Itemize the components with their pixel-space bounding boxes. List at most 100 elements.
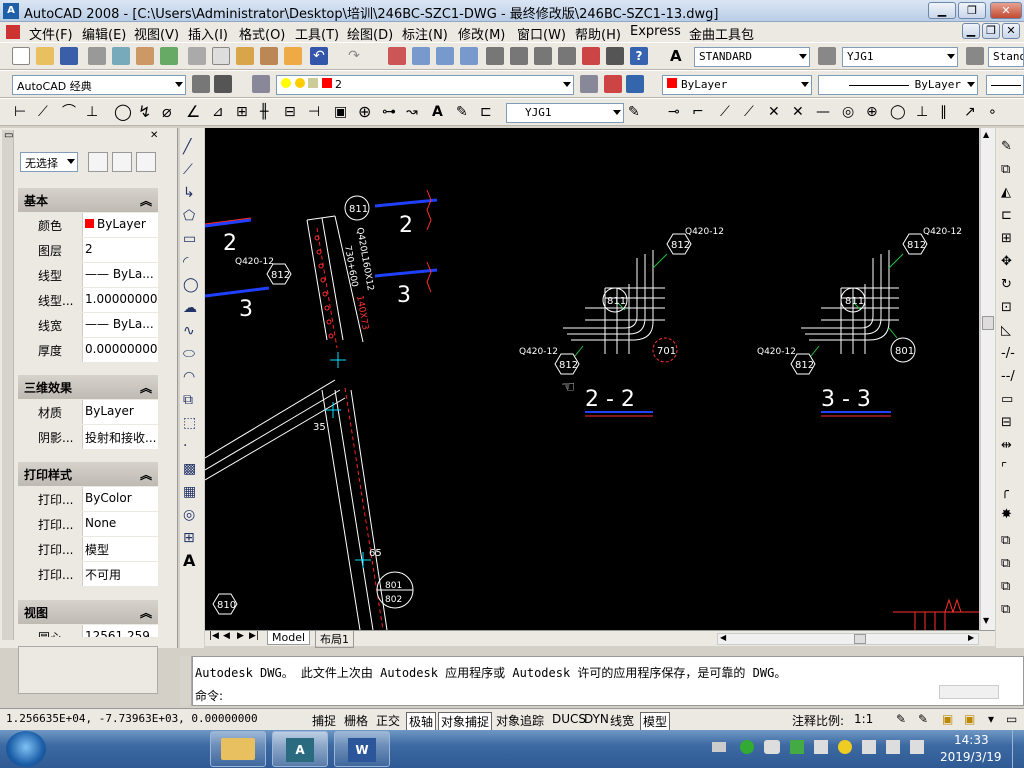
show-desktop-button[interactable] xyxy=(1012,730,1024,768)
snap-quadrant-icon[interactable]: ⊕ xyxy=(866,103,884,121)
menu-draw[interactable]: 绘图(D) xyxy=(347,24,393,43)
make-current-layer-icon[interactable] xyxy=(580,75,598,93)
center-mark-icon[interactable]: ▣ xyxy=(334,103,352,121)
doc-close-button[interactable]: ✕ xyxy=(1002,23,1020,39)
anno-visibility-icon[interactable]: ✎ xyxy=(894,712,908,726)
lock-icon[interactable]: ▣ xyxy=(940,712,955,726)
dim-jogged-icon[interactable]: ↯ xyxy=(138,103,156,121)
dim-angular-icon[interactable]: ∠ xyxy=(186,103,204,121)
menu-dimension[interactable]: 标注(N) xyxy=(402,24,448,43)
dim-radius-icon[interactable]: ◯ xyxy=(114,103,132,121)
anno-autoscale-icon[interactable]: ✎ xyxy=(916,712,930,726)
layer-states-icon[interactable] xyxy=(626,75,644,93)
snap-parallel-icon[interactable]: ⟋ xyxy=(744,103,762,121)
status-tray-icon[interactable]: ▣ xyxy=(962,712,977,726)
publish-icon[interactable] xyxy=(136,47,154,65)
break-at-point-icon[interactable]: ▭ xyxy=(1001,391,1019,409)
prop-plot-attached[interactable]: 打印... 模型 xyxy=(34,537,158,561)
tray-network-icon[interactable] xyxy=(910,740,924,754)
spline-icon[interactable]: ∿ xyxy=(183,322,201,340)
tab-next-icon[interactable]: ▶ xyxy=(237,631,244,641)
zoom-previous-icon[interactable] xyxy=(460,47,478,65)
snap-perpendicular-icon[interactable]: ⊥ xyxy=(916,103,934,121)
draw-order-icon[interactable]: ⧉ xyxy=(1001,532,1019,550)
dim-space-icon[interactable]: ⊏ xyxy=(480,103,498,121)
rotate-icon[interactable]: ↻ xyxy=(1001,276,1019,294)
command-prompt[interactable]: 命令: xyxy=(195,687,223,704)
dim-baseline-icon[interactable]: ⊞ xyxy=(236,103,254,121)
snap-parallel2-icon[interactable]: ∥ xyxy=(940,103,958,121)
toggle-otrack[interactable]: 对象追踪 xyxy=(494,712,546,729)
prop-plot-style[interactable]: 打印... ByColor xyxy=(34,487,158,511)
toggle-ortho[interactable]: 正交 xyxy=(374,712,402,729)
menu-file[interactable]: 文件(F) xyxy=(29,24,73,43)
extend-icon[interactable]: --/ xyxy=(1001,368,1019,386)
prop-lineweight[interactable]: 线宽 —— ByLa... xyxy=(34,313,158,337)
zoom-window-icon[interactable] xyxy=(436,47,454,65)
dim-continue-icon[interactable]: ╫ xyxy=(260,103,278,121)
clock-time[interactable]: 14:33 xyxy=(954,733,989,747)
offset-icon[interactable]: ⊏ xyxy=(1001,207,1019,225)
snap-extension-icon[interactable]: ⌐ xyxy=(692,103,710,121)
quick-select-icon[interactable] xyxy=(136,152,156,172)
hscroll-thumb[interactable] xyxy=(854,634,866,644)
section-view[interactable]: 视图 ︽ xyxy=(18,600,158,624)
workspace-save-icon[interactable] xyxy=(214,75,232,93)
snap-intersection-icon[interactable]: ✕ xyxy=(768,103,786,121)
match-prop-icon[interactable] xyxy=(260,47,278,65)
dim-diameter-icon[interactable]: ⌀ xyxy=(162,103,180,121)
menu-insert[interactable]: 插入(I) xyxy=(188,24,228,43)
join-icon[interactable]: ⇹ xyxy=(1001,437,1019,455)
toggle-osnap[interactable]: 对象捕捉 xyxy=(438,712,493,731)
stretch-icon[interactable]: ◺ xyxy=(1001,322,1019,340)
copy-object-icon[interactable]: ⧉ xyxy=(1001,161,1019,179)
design-center-icon[interactable] xyxy=(510,47,528,65)
prop-layer[interactable]: 图层 2 xyxy=(34,238,158,262)
workspace-select[interactable]: AutoCAD 经典 xyxy=(12,75,186,95)
section-general[interactable]: 基本 ︽ xyxy=(18,188,158,212)
arc-icon[interactable]: ◜ xyxy=(183,253,201,271)
send-back-icon[interactable]: ⧉ xyxy=(1001,578,1019,596)
layer-select[interactable]: 2 xyxy=(276,75,574,95)
bring-front-icon[interactable]: ⧉ xyxy=(1001,555,1019,573)
minimize-button[interactable]: ▁ xyxy=(928,2,956,19)
snap-apparent-icon[interactable]: ✕ xyxy=(792,103,810,121)
menu-view[interactable]: 视图(V) xyxy=(134,24,179,43)
move-icon[interactable]: ✥ xyxy=(1001,253,1019,271)
menu-edit[interactable]: 编辑(E) xyxy=(82,24,126,43)
prop-linetype-scale[interactable]: 线型... 1.00000000 xyxy=(34,288,158,312)
taskbar-autocad-icon[interactable]: A xyxy=(272,731,328,767)
dim-text-edit-icon[interactable]: ⊶ xyxy=(382,103,400,121)
scroll-thumb[interactable] xyxy=(982,316,994,330)
command-hscroll[interactable] xyxy=(939,685,999,699)
snap-node-icon[interactable]: ∘ xyxy=(988,103,1006,121)
polygon-icon[interactable]: ⬠ xyxy=(183,207,201,225)
open-icon[interactable] xyxy=(36,47,54,65)
select-objects-icon[interactable] xyxy=(112,152,132,172)
menu-format[interactable]: 格式(O) xyxy=(239,24,285,43)
redo-icon[interactable]: ↷ xyxy=(345,47,363,65)
save-icon[interactable] xyxy=(60,47,78,65)
text-style-select[interactable]: STANDARD xyxy=(694,47,810,67)
dim-aligned-icon[interactable]: ⟋ xyxy=(38,103,56,121)
break-icon[interactable]: ⊟ xyxy=(1001,414,1019,432)
region-icon[interactable]: ◎ xyxy=(183,506,201,524)
table-icon[interactable]: ⊞ xyxy=(183,529,201,547)
pan-icon[interactable] xyxy=(388,47,406,65)
hatch-icon[interactable]: ▩ xyxy=(183,460,201,478)
palette-grip[interactable] xyxy=(2,130,14,640)
tab-model[interactable]: Model xyxy=(267,631,311,645)
toggle-polar[interactable]: 极轴 xyxy=(406,712,437,731)
text-style-icon[interactable]: A xyxy=(670,47,688,65)
scroll-down-icon[interactable]: ▼ xyxy=(983,616,989,625)
block-editor-icon[interactable] xyxy=(284,47,302,65)
vertical-scrollbar[interactable]: ▲ ▼ xyxy=(980,128,995,630)
tolerance-icon[interactable]: ⊣ xyxy=(308,103,326,121)
mtext-icon[interactable]: A xyxy=(183,552,201,570)
3d-dwf-icon[interactable] xyxy=(160,47,178,65)
snap-endpoint-icon[interactable]: ⊸ xyxy=(668,103,686,121)
snap-perp-icon[interactable]: ⟋ xyxy=(720,103,738,121)
linetype-select[interactable]: ByLayer xyxy=(818,75,978,95)
toggle-snap[interactable]: 捕捉 xyxy=(310,712,338,729)
selection-select[interactable]: 无选择 xyxy=(20,152,78,172)
